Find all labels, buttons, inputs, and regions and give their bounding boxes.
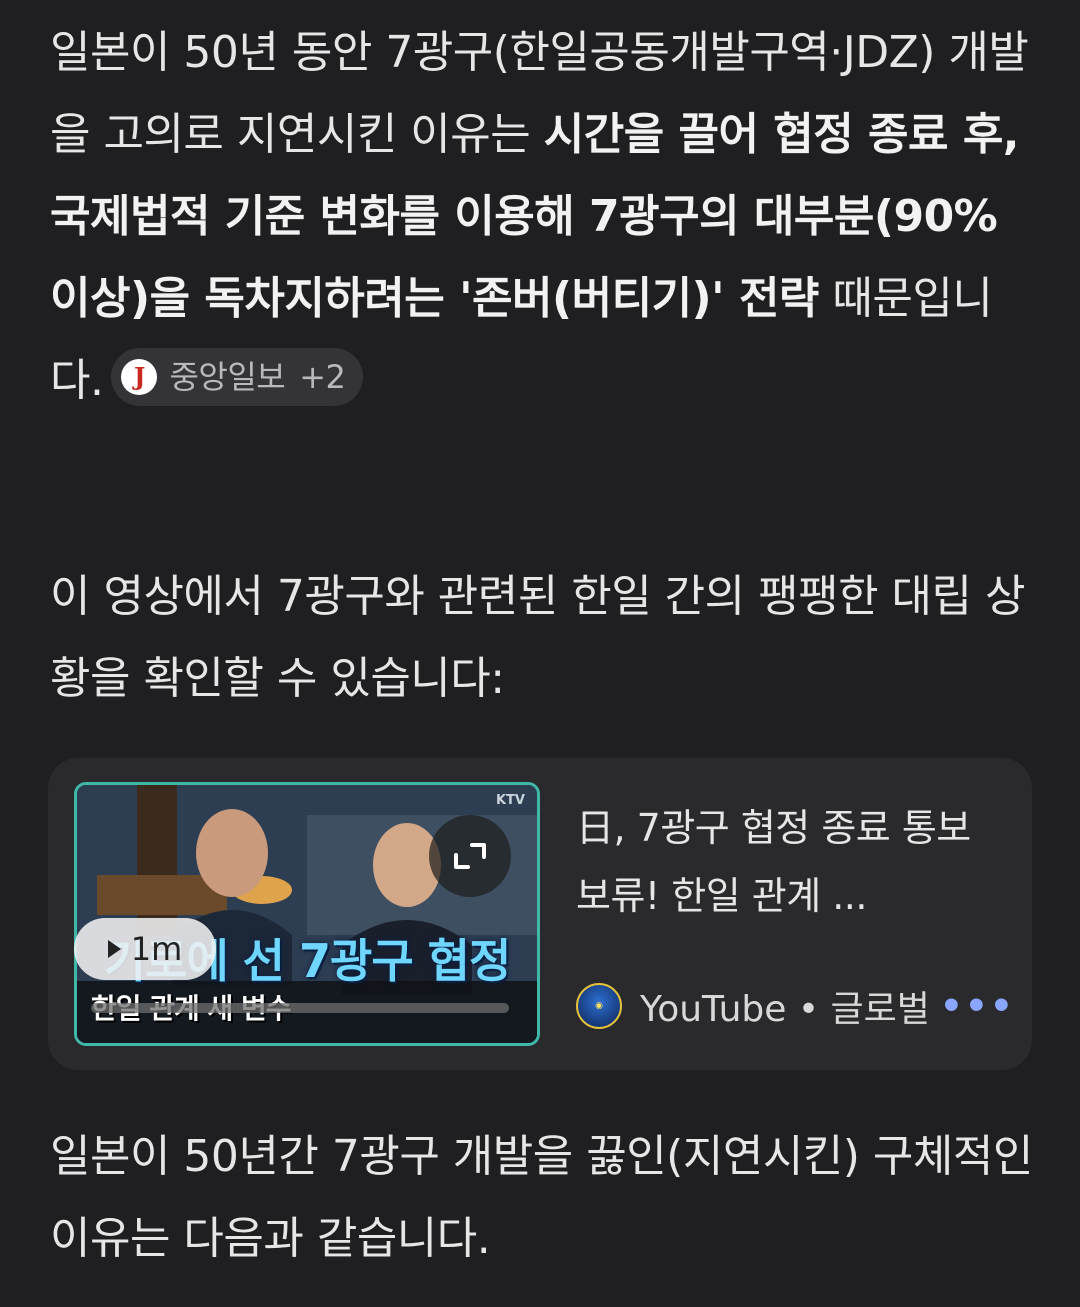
video-title[interactable]: 日, 7광구 협정 종료 통보 보류! 한일 관계 ... [576, 794, 1006, 930]
source-citation-chip[interactable]: J 중앙일보 +2 [111, 348, 364, 406]
ktv-watermark: KTV [495, 793, 525, 808]
video-card[interactable]: KTV 기로에 선 7광구 협정 한일 관계 새 변수 1m 日, 7광구 협정… [48, 758, 1032, 1070]
answer-paragraph-1: 일본이 50년 동안 7광구(한일공동개발구역·JDZ) 개발을 고의로 지연시… [50, 12, 1040, 422]
expand-button[interactable] [429, 815, 511, 897]
video-source: YouTube • 글로벌 [640, 989, 930, 1030]
expand-icon [454, 843, 486, 869]
video-source-row: ◉ YouTube • 글로벌 ••• [576, 980, 1013, 1032]
answer-paragraph-2: 이 영상에서 7광구와 관련된 한일 간의 팽팽한 대립 상황을 확인할 수 있… [50, 571, 1025, 704]
channel-avatar-icon: ◉ [576, 983, 622, 1029]
joongang-logo-icon: J [121, 359, 158, 395]
presenter-left-face [196, 809, 268, 897]
source-name: 중앙일보 [169, 358, 286, 396]
play-icon [107, 940, 121, 958]
channel-avatar-mark: ◉ [595, 1001, 603, 1011]
play-duration-button[interactable]: 1m [74, 918, 216, 980]
more-options-icon[interactable]: ••• [940, 986, 1015, 1027]
video-thumbnail[interactable]: KTV 기로에 선 7광구 협정 한일 관계 새 변수 [74, 782, 540, 1046]
video-duration: 1m [130, 930, 183, 968]
source-more-count: +2 [299, 358, 346, 396]
video-progress-bar [91, 1003, 509, 1013]
answer-paragraph-3: 일본이 50년간 7광구 개발을 끓인(지연시킨) 구체적인 이유는 다음과 같… [50, 1131, 1033, 1264]
chat-response: 일본이 50년 동안 7광구(한일공동개발구역·JDZ) 개발을 고의로 지연시… [0, 0, 1080, 1307]
